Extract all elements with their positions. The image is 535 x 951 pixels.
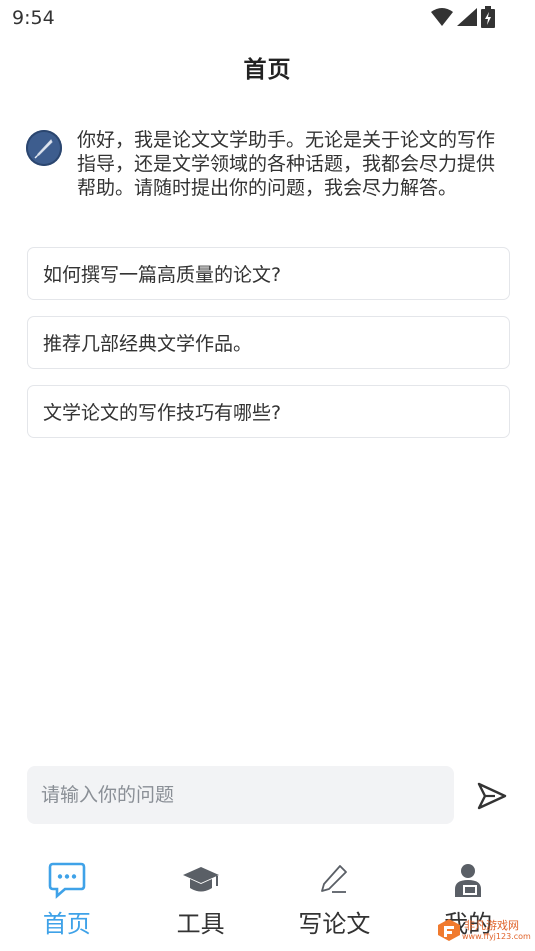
user-icon — [446, 858, 490, 902]
battery-icon — [481, 6, 495, 28]
question-input[interactable] — [27, 766, 454, 824]
greeting-text: 你好，我是论文文学助手。无论是关于论文的写作指导，还是文学领域的各种话题，我都会… — [77, 129, 496, 199]
nav-label-home: 首页 — [42, 910, 91, 938]
suggestion-item[interactable]: 文学论文的写作技巧有哪些? — [27, 385, 510, 438]
watermark: 非凡游戏网 www.ffyj123.com — [436, 913, 532, 947]
watermark-text: 非凡游戏网 — [464, 918, 519, 932]
nav-label-write: 写论文 — [298, 910, 371, 938]
send-button[interactable] — [474, 778, 510, 814]
send-icon — [477, 782, 507, 810]
wifi-icon — [431, 8, 453, 26]
pen-icon — [312, 858, 356, 902]
status-bar: 9:54 — [0, 0, 535, 36]
page-title: 首页 — [243, 57, 292, 83]
assistant-avatar — [26, 130, 62, 166]
status-icons — [431, 6, 495, 28]
app-header: 首页 — [0, 50, 535, 84]
nav-item-write[interactable]: 写论文 — [268, 852, 402, 951]
graduation-cap-icon — [179, 858, 223, 902]
quill-icon — [34, 139, 53, 159]
nav-item-home[interactable]: 首页 — [0, 852, 134, 951]
suggestion-item[interactable]: 推荐几部经典文学作品。 — [27, 316, 510, 369]
chat-bubble-icon — [45, 858, 89, 902]
watermark-url: www.ffyj123.com — [462, 931, 531, 941]
signal-icon — [457, 8, 477, 26]
nav-item-tools[interactable]: 工具 — [134, 852, 268, 951]
watermark-logo-icon — [438, 919, 460, 941]
assistant-greeting: 你好，我是论文文学助手。无论是关于论文的写作指导，还是文学领域的各种话题，我都会… — [26, 128, 510, 200]
nav-label-tools: 工具 — [176, 910, 225, 938]
status-time: 9:54 — [12, 7, 55, 29]
suggestion-item[interactable]: 如何撰写一篇高质量的论文? — [27, 247, 510, 300]
